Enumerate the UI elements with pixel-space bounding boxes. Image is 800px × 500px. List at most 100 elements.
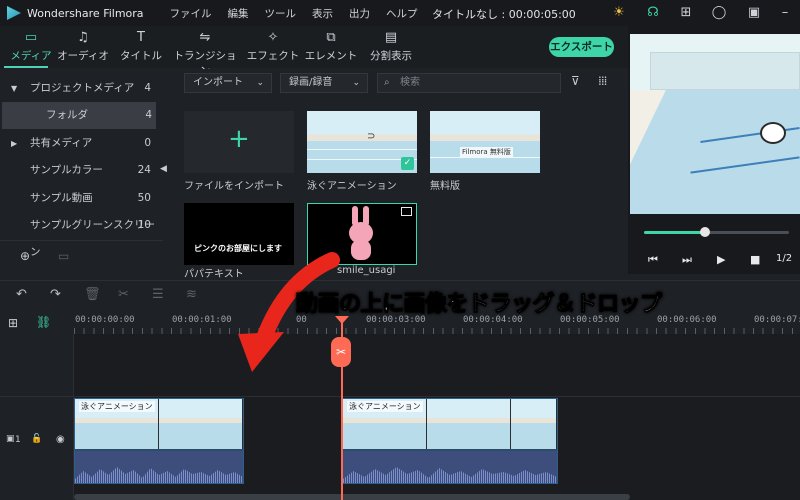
tab-titles[interactable]: T タイトル — [110, 30, 172, 63]
minimize-icon[interactable]: – — [777, 5, 793, 21]
app-name: Wondershare Filmora — [27, 6, 144, 20]
preview-progress-fill — [644, 231, 705, 234]
tab-elements-label: エレメント — [304, 50, 358, 62]
effects-icon: ✧ — [267, 30, 279, 45]
gift-icon[interactable]: ⊞ — [678, 5, 694, 21]
import-dropdown[interactable]: インポート ⌄ — [184, 73, 272, 93]
step-forward-icon[interactable]: ⏭ — [682, 253, 692, 267]
swimmer-figure-icon: ⊃ — [367, 131, 376, 142]
menu-file[interactable]: ファイル — [170, 6, 212, 21]
clip-title: 泳ぐアニメーション — [347, 401, 423, 412]
search-placeholder: 検索 — [400, 77, 420, 88]
eye-icon[interactable]: ◉ — [56, 434, 65, 445]
media-thumb-free-label: 無料版 — [430, 181, 460, 192]
collapse-sidebar-icon[interactable]: ◀ — [160, 164, 167, 174]
sidebar-item-folder[interactable]: フォルダ 4 — [2, 102, 156, 129]
save-icon[interactable]: ▣ — [746, 5, 762, 21]
tab-effects[interactable]: ✧ エフェクト — [242, 30, 304, 63]
music-note-icon: ♫ — [77, 30, 89, 45]
media-thumb-swim-label: 泳ぐアニメーション — [307, 181, 397, 192]
add-track-icon[interactable]: ⊞ — [8, 316, 18, 330]
element-icon: ⧉ — [326, 30, 336, 45]
lightbulb-icon[interactable]: ☀ — [611, 5, 627, 21]
sidebar-item-project-media[interactable]: ▼ プロジェクトメディア 4 — [0, 75, 163, 102]
search-input[interactable]: ⌕ 検索 — [377, 73, 561, 93]
export-button[interactable]: エクスポート — [549, 37, 614, 57]
tab-effects-label: エフェクト — [246, 50, 300, 62]
image-type-icon — [401, 207, 412, 216]
expand-right-icon: ▶ — [11, 139, 18, 148]
timeline-clip[interactable]: 泳ぐアニメーション — [74, 398, 244, 484]
sidebar-item-label: 共有メディア — [30, 137, 93, 149]
step-back-icon[interactable]: ⏮ — [648, 253, 658, 267]
search-icon: ⌕ — [384, 77, 390, 88]
menu-tools[interactable]: ツール — [265, 6, 297, 21]
preview-progress-bar[interactable] — [644, 227, 789, 237]
sidebar-item-shared-media[interactable]: ▶ 共有メディア 0 — [0, 130, 163, 157]
tab-audio-label: オーディオ — [57, 50, 109, 62]
sidebar-item-count: 50 — [137, 192, 151, 204]
grid-view-icon[interactable]: ⁞⁞⁞ — [598, 74, 608, 88]
link-icon[interactable]: ⛓ — [36, 315, 51, 329]
cut-icon[interactable]: ✂ — [118, 287, 129, 302]
sidebar-item-sample-color[interactable]: サンプルカラー 24 — [0, 157, 163, 184]
plus-icon: + — [228, 124, 250, 154]
sidebar-item-sample-greenscreen[interactable]: サンプルグリーンスクリーン 10 — [0, 212, 163, 258]
new-folder-icon[interactable]: ⊕ — [20, 249, 30, 263]
media-thumb-text-label: パパテキスト — [184, 269, 244, 280]
delete-icon[interactable]: 🗑 — [84, 287, 101, 302]
sidebar-footer: ⊕ ▭ — [0, 240, 163, 274]
title-bar: Wondershare Filmora ファイル 編集 ツール 表示 出力 ヘル… — [0, 0, 800, 26]
sidebar-item-sample-video[interactable]: サンプル動画 50 — [0, 185, 163, 212]
track-headers: ▣ 1 🔓 ◉ — [0, 334, 74, 500]
menu-edit[interactable]: 編集 — [228, 6, 249, 21]
menu-export[interactable]: 出力 — [349, 6, 370, 21]
sidebar-item-count: 10 — [137, 219, 151, 231]
clip-title: 泳ぐアニメーション — [79, 401, 155, 412]
tool-tabs: ▭ メディア ♫ オーディオ T タイトル ⇋ トランジション ✧ エフェクト … — [0, 26, 628, 77]
timeline-clip[interactable]: 泳ぐアニメーション — [342, 398, 558, 484]
adjust-icon[interactable]: ☰ — [152, 287, 164, 302]
media-thumb-free[interactable]: Filmora 無料版 — [430, 111, 540, 173]
import-tile[interactable]: + — [184, 111, 294, 173]
play-icon[interactable]: ▶ — [717, 253, 725, 266]
record-dropdown[interactable]: 録画/録音 ⌄ — [280, 73, 368, 93]
preview-viewport — [630, 34, 800, 214]
tab-split-screen[interactable]: ▤ 分割表示 — [360, 30, 422, 63]
sidebar-item-count: 4 — [145, 109, 152, 121]
import-tile-label: ファイルをインポート — [184, 181, 284, 192]
sidebar-item-count: 0 — [144, 137, 151, 149]
account-icon[interactable]: ◯ — [711, 5, 727, 21]
clip-video-strip: 泳ぐアニメーション — [343, 399, 557, 449]
folder-icon[interactable]: ▭ — [58, 249, 69, 263]
sidebar-item-label: プロジェクトメディア — [30, 82, 135, 94]
stop-icon[interactable]: ■ — [750, 253, 760, 266]
tab-elements[interactable]: ⧉ エレメント — [300, 30, 362, 63]
menu-view[interactable]: 表示 — [312, 6, 333, 21]
swimmer-figure-icon — [760, 122, 786, 144]
undo-icon[interactable]: ↶ — [16, 287, 27, 302]
filmora-window: Wondershare Filmora ファイル 編集 ツール 表示 出力 ヘル… — [0, 0, 800, 500]
preview-panel: ⏮ ⏭ ▶ ■ 1/2 — [628, 26, 800, 274]
media-thumb-swim[interactable]: ⊃ ✓ — [307, 111, 417, 173]
menu-help[interactable]: ヘルプ — [386, 6, 418, 21]
clip-audio-waveform — [343, 451, 557, 483]
sidebar-item-label: フォルダ — [46, 109, 88, 121]
audio-wave-icon[interactable]: ≋ — [186, 287, 197, 302]
preview-progress-handle[interactable] — [699, 227, 710, 237]
filter-icon[interactable]: ⊽ — [571, 74, 580, 88]
zoom-select[interactable]: 1/2 — [776, 253, 792, 264]
sidebar-item-count: 24 — [137, 164, 151, 176]
document-title: タイトルなし : 00:00:05:00 — [432, 8, 576, 21]
headset-icon[interactable]: ☊ — [645, 5, 661, 21]
tab-audio[interactable]: ♫ オーディオ — [52, 30, 114, 63]
redo-icon[interactable]: ↷ — [50, 287, 61, 302]
ruler-tick-7: 00:00:07:00 — [754, 315, 800, 325]
lock-icon[interactable]: 🔓 — [31, 434, 42, 444]
clip-video-strip: 泳ぐアニメーション — [75, 399, 243, 449]
active-tab-indicator — [4, 66, 48, 68]
timeline-scrollbar[interactable] — [74, 494, 630, 500]
transition-icon: ⇋ — [199, 30, 211, 45]
sidebar-item-label: サンプル動画 — [30, 192, 93, 204]
record-dropdown-label: 録画/録音 — [289, 77, 333, 88]
